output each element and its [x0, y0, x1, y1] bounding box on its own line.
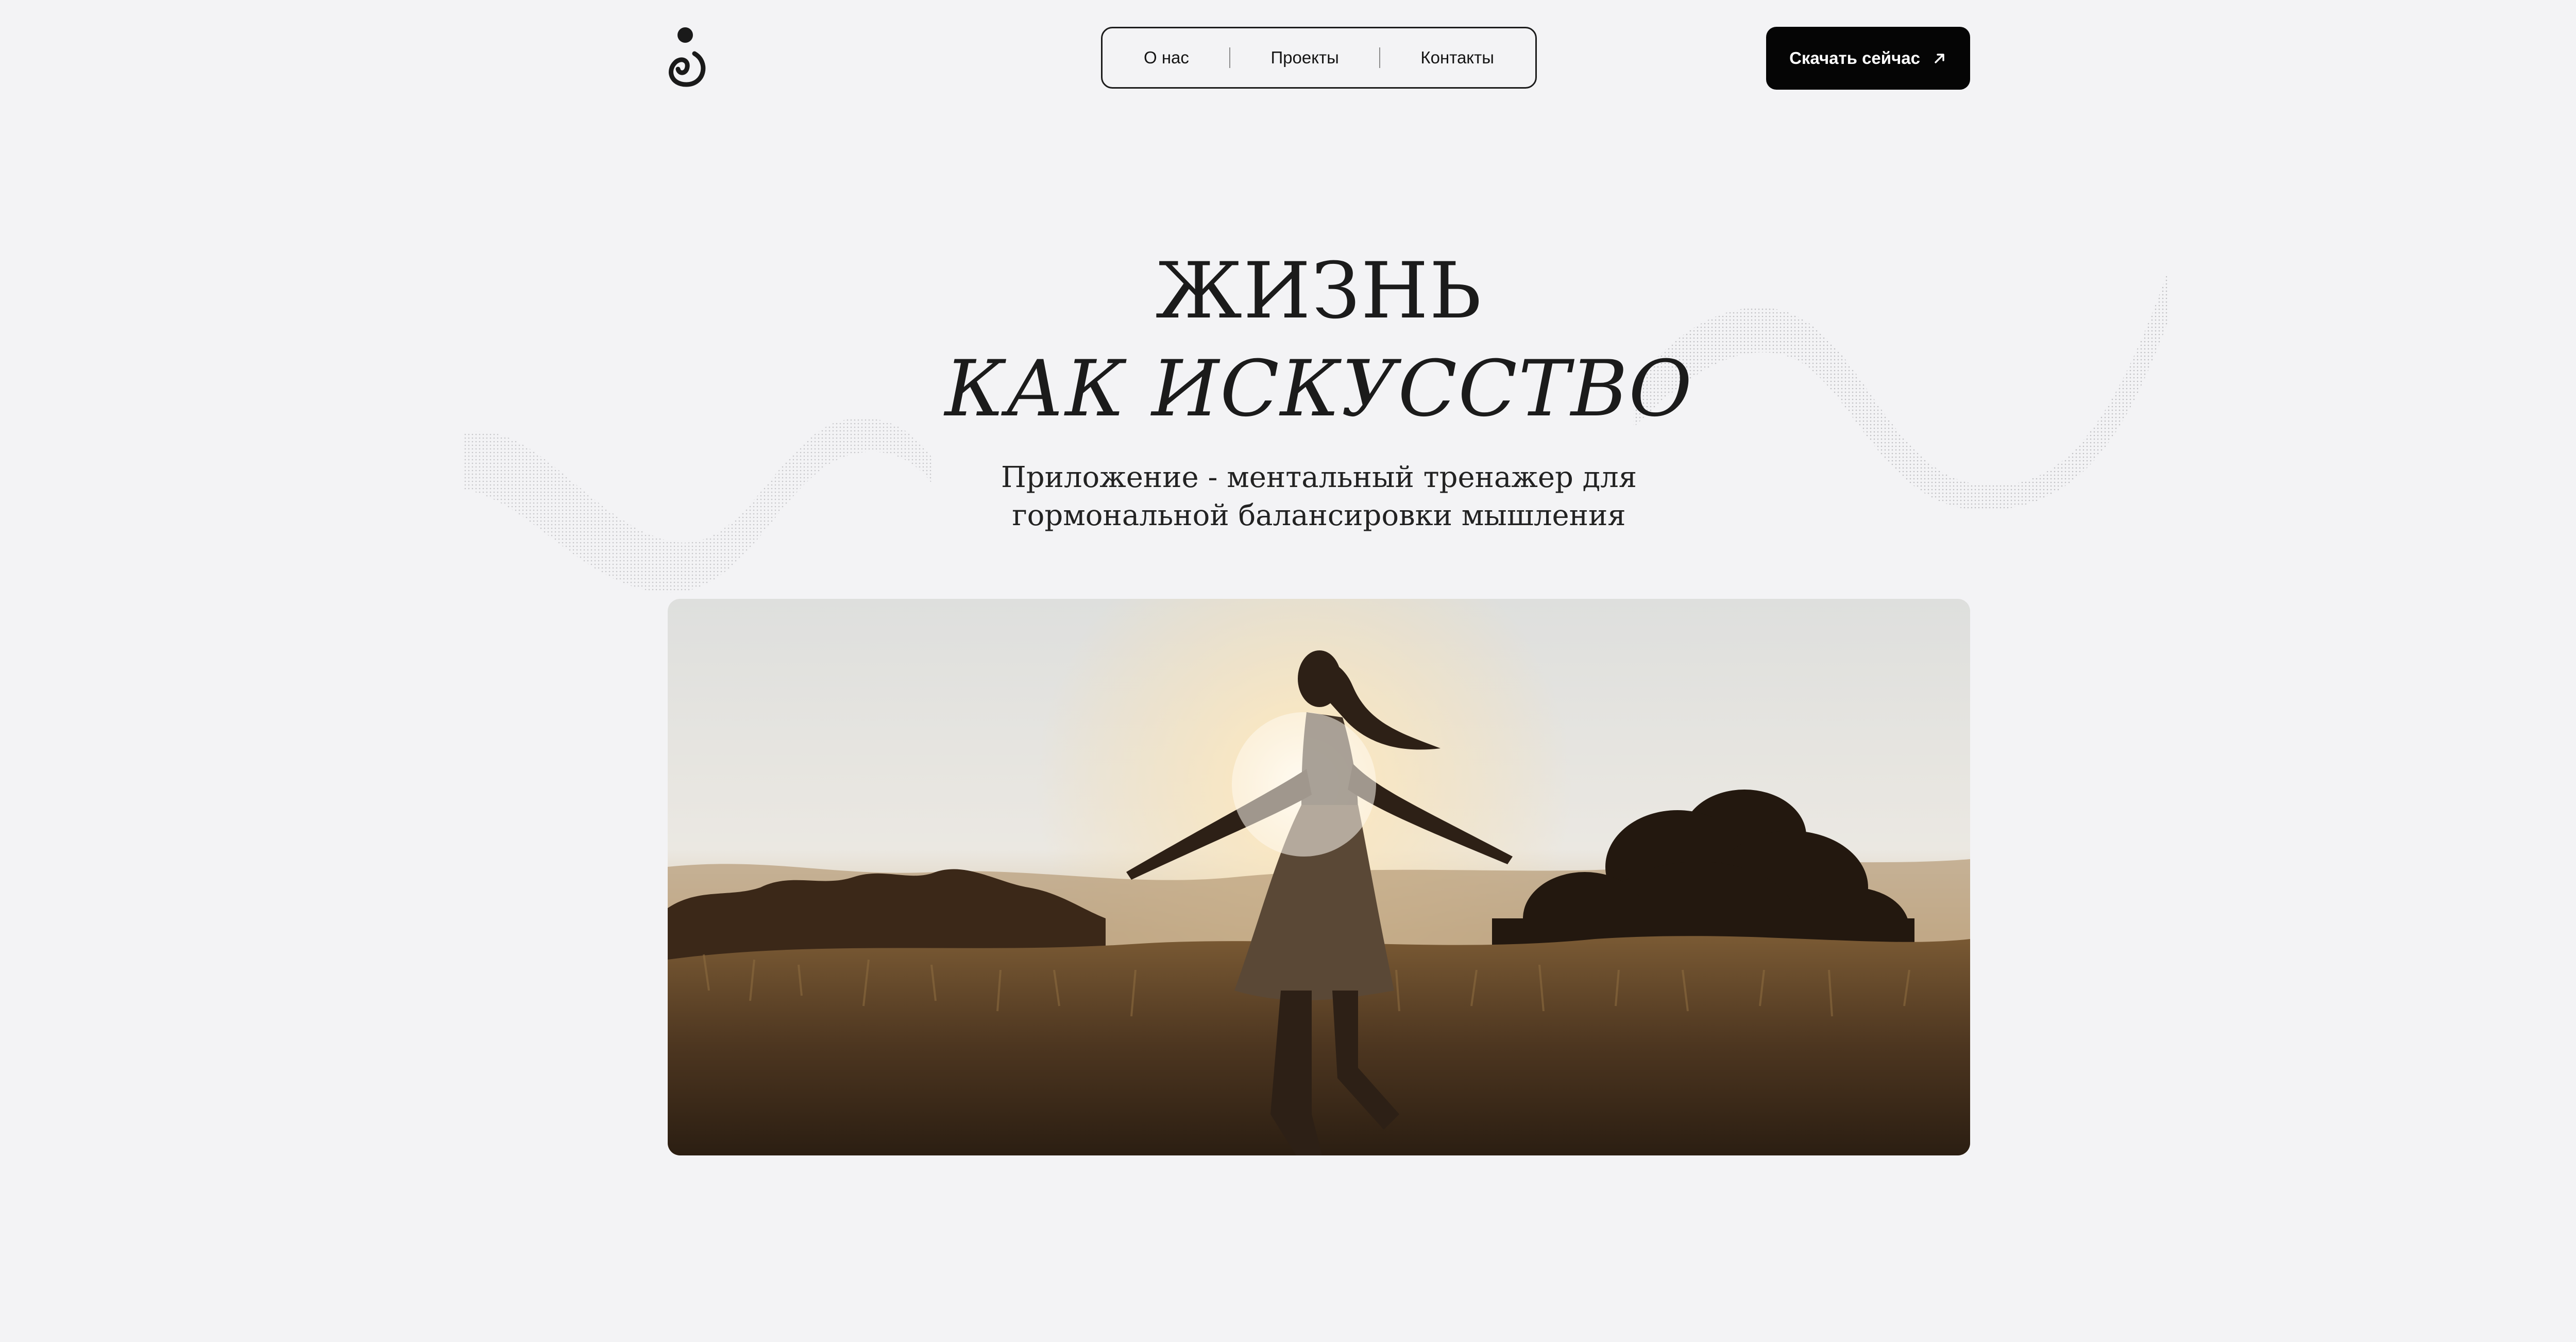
main-nav: О нас Проекты Контакты	[1101, 27, 1537, 89]
logo-icon[interactable]	[665, 25, 707, 90]
hero-subtitle-line-2: гормональной балансировки мышления	[1012, 499, 1626, 532]
hero-photo	[668, 599, 1970, 1155]
download-now-button[interactable]: Скачать сейчас	[1766, 27, 1970, 90]
nav-item-about[interactable]: О нас	[1144, 48, 1189, 68]
nav-divider	[1379, 47, 1381, 68]
hero-subtitle-line-1: Приложение - ментальный тренажер для	[1001, 461, 1637, 494]
landing-page: О нас Проекты Контакты Скачать сейчас ЖИ…	[0, 0, 2576, 1342]
nav-item-projects[interactable]: Проекты	[1270, 48, 1338, 68]
arrow-up-right-icon	[1933, 51, 1947, 65]
hero-title-line-1: ЖИЗНЬ	[1155, 246, 1483, 336]
hero-title-line-2: КАК ИСКУССТВО	[944, 344, 1693, 434]
hero-subtitle: Приложение - ментальный тренажер для гор…	[0, 459, 2576, 535]
nav-divider	[1229, 47, 1231, 68]
download-now-label: Скачать сейчас	[1789, 48, 1920, 68]
nav-item-contacts[interactable]: Контакты	[1420, 48, 1494, 68]
